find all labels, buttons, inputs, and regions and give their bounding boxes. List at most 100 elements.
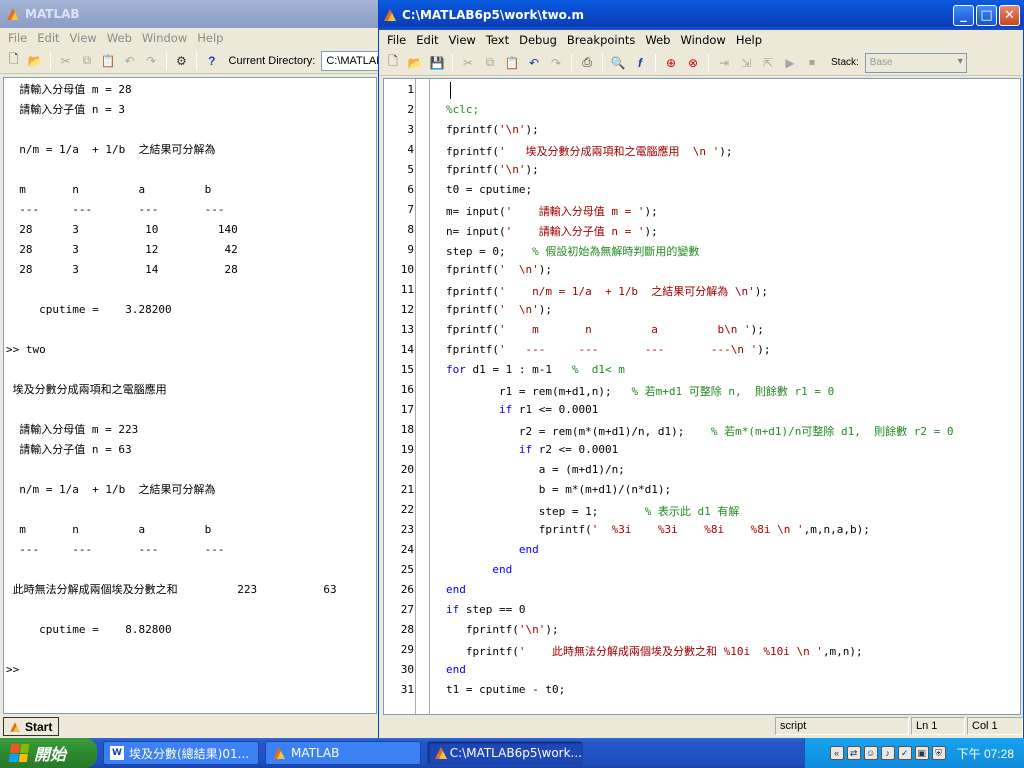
code-line[interactable]: fprintf(' m n a b\n '); [446, 323, 764, 336]
stack-select[interactable]: Base [864, 52, 967, 73]
code-line[interactable]: end [446, 583, 466, 596]
code-line[interactable]: r1 = rem(m+d1,n); % 若m+d1 可整除 n, 則餘數 r1 … [446, 383, 834, 399]
menu-file[interactable]: File [3, 31, 32, 45]
emenu-text[interactable]: Text [481, 33, 514, 47]
menu-window[interactable]: Window [137, 31, 192, 45]
current-directory-input[interactable]: C:\MATLAB6p5\work [321, 50, 380, 71]
chat-icon[interactable]: ☺ [863, 746, 878, 760]
cut-icon[interactable]: ✂ [55, 51, 76, 71]
task-word-document[interactable]: W 埃及分數(總結果)01... [103, 741, 259, 765]
code-line[interactable]: fprintf(' 埃及分數分成兩項和之電腦應用 \n '); [446, 143, 732, 159]
redo-icon[interactable]: ↷ [140, 51, 161, 71]
emenu-help[interactable]: Help [731, 33, 767, 47]
code-line[interactable]: a = (m+d1)/n; [446, 463, 625, 476]
code-line[interactable]: b = m*(m+d1)/(n*d1); [446, 483, 671, 496]
close-button[interactable]: ✕ [999, 4, 1020, 26]
line-number: 2 [407, 103, 414, 116]
start-button[interactable]: 開始 [0, 738, 97, 768]
clock[interactable]: 下午 07:28 [957, 745, 1014, 762]
code-line[interactable]: t1 = cputime - t0; [446, 683, 565, 696]
copy-icon[interactable]: ⧉ [479, 53, 501, 73]
emenu-window[interactable]: Window [675, 33, 730, 47]
step-in-icon[interactable]: ⇲ [735, 53, 757, 73]
task-matlab[interactable]: MATLAB [265, 741, 421, 765]
code-line[interactable]: m= input(' 請輸入分母值 m = '); [446, 203, 658, 219]
new-file-icon[interactable]: 🗋 [3, 51, 24, 71]
task-editor[interactable]: C:\MATLAB6p5\work... [427, 741, 583, 765]
new-file-icon[interactable]: 🗋 [382, 53, 404, 73]
code-line[interactable]: n= input(' 請輸入分子值 n = '); [446, 223, 658, 239]
tray-expand-icon[interactable]: « [829, 746, 844, 760]
cut-icon[interactable]: ✂ [457, 53, 479, 73]
step-icon[interactable]: ⇥ [713, 53, 735, 73]
line-number: 4 [407, 143, 414, 156]
open-folder-icon[interactable]: 📂 [404, 53, 426, 73]
code-line[interactable]: fprintf('\n'); [446, 123, 539, 136]
code-line[interactable]: end [446, 663, 466, 676]
code-line[interactable]: if r2 <= 0.0001 [446, 443, 618, 456]
emenu-web[interactable]: Web [640, 33, 675, 47]
undo-icon[interactable]: ↶ [523, 53, 545, 73]
clear-breakpoints-icon[interactable]: ⊗ [682, 53, 704, 73]
code-line[interactable]: fprintf(' \n'); [446, 303, 552, 316]
print-icon[interactable]: ⎙ [576, 53, 598, 73]
menu-web[interactable]: Web [102, 31, 137, 45]
code-line[interactable]: step = 1; % 表示此 d1 有解 [446, 503, 740, 519]
matlab-titlebar[interactable]: MATLAB [0, 0, 380, 28]
function-icon[interactable]: f [629, 53, 651, 73]
security-icon[interactable]: ⛨ [931, 746, 946, 760]
line-number: 18 [400, 423, 414, 436]
undo-icon[interactable]: ↶ [119, 51, 140, 71]
code-editor[interactable]: 1 2 %clc; 3 fprintf('\n'); 4 fprintf(' 埃及分數分成兩… [383, 78, 1021, 715]
paste-icon[interactable]: 📋 [98, 51, 119, 71]
editor-titlebar[interactable]: C:\MATLAB6p5\work\two.m _ □ ✕ [379, 0, 1023, 30]
simulink-icon[interactable]: ⚙ [171, 51, 192, 71]
code-line[interactable]: step = 0; % 假設初始為無解時判斷用的變數 [446, 243, 699, 259]
maximize-button[interactable]: □ [976, 4, 997, 26]
save-icon[interactable]: 💾 [426, 53, 448, 73]
code-line[interactable]: if r1 <= 0.0001 [446, 403, 598, 416]
display-icon[interactable]: ▣ [914, 746, 929, 760]
network-icon[interactable]: ⇄ [846, 746, 861, 760]
set-breakpoint-icon[interactable]: ⊕ [660, 53, 682, 73]
code-line[interactable]: t0 = cputime; [446, 183, 532, 196]
code-line[interactable]: fprintf(' \n'); [446, 263, 552, 276]
minimize-button[interactable]: _ [953, 4, 974, 26]
volume-icon[interactable]: ♪ [880, 746, 895, 760]
open-folder-icon[interactable]: 📂 [24, 51, 45, 71]
line-number: 11 [400, 283, 414, 296]
code-line[interactable]: fprintf(' --- --- --- ---\n '); [446, 343, 771, 356]
emenu-view[interactable]: View [444, 33, 481, 47]
code-line[interactable]: fprintf('\n'); [446, 163, 539, 176]
emenu-edit[interactable]: Edit [411, 33, 443, 47]
command-line: 請輸入分子值 n = 3 [6, 103, 125, 116]
code-line[interactable]: if step == 0 [446, 603, 525, 616]
code-line[interactable]: end [446, 543, 539, 556]
exit-debug-icon[interactable]: ⏹ [801, 53, 823, 73]
code-line[interactable]: fprintf(' %3i %3i %8i %8i \n ',m,n,a,b); [446, 523, 870, 536]
continue-icon[interactable]: ▶ [779, 53, 801, 73]
command-output[interactable]: 請輸入分母值 m = 28 請輸入分子值 n = 3 n/m = 1/a + 1… [3, 77, 377, 714]
antivirus-icon[interactable]: ✓ [897, 746, 912, 760]
copy-icon[interactable]: ⧉ [76, 51, 97, 71]
emenu-debug[interactable]: Debug [514, 33, 562, 47]
emenu-file[interactable]: File [382, 33, 411, 47]
code-line[interactable]: fprintf(' n/m = 1/a + 1/b 之結果可分解為 \n'); [446, 283, 768, 299]
code-line[interactable]: fprintf(' 此時無法分解成兩個埃及分數之和 %10i %10i \n '… [446, 643, 863, 659]
emenu-breakpoints[interactable]: Breakpoints [562, 33, 640, 47]
menu-help[interactable]: Help [192, 31, 228, 45]
code-line[interactable]: fprintf('\n'); [446, 623, 559, 636]
find-icon[interactable]: 🔍 [607, 53, 629, 73]
line-number: 28 [400, 623, 414, 636]
code-line[interactable]: for d1 = 1 : m-1 % d1< m [446, 363, 625, 376]
paste-icon[interactable]: 📋 [501, 53, 523, 73]
redo-icon[interactable]: ↷ [545, 53, 567, 73]
matlab-start-button[interactable]: Start [3, 717, 59, 736]
step-out-icon[interactable]: ⇱ [757, 53, 779, 73]
code-line[interactable]: r2 = rem(m*(m+d1)/n, d1); % 若m*(m+d1)/n可… [446, 423, 954, 439]
code-line[interactable]: end [446, 563, 512, 576]
menu-view[interactable]: View [65, 31, 102, 45]
help-icon[interactable]: ? [201, 51, 222, 71]
code-line[interactable]: %clc; [446, 103, 479, 116]
menu-edit[interactable]: Edit [32, 31, 64, 45]
